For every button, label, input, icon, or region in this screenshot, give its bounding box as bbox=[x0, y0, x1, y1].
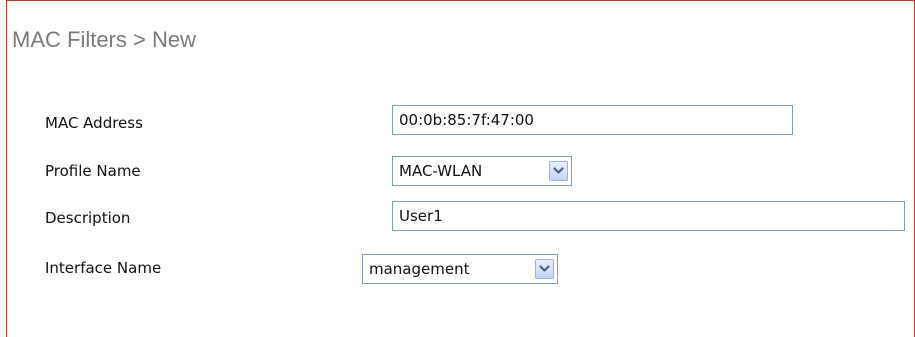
profile-name-dropdown-button[interactable] bbox=[549, 161, 568, 181]
page-title: MAC Filters > New bbox=[12, 27, 196, 52]
profile-name-label: Profile Name bbox=[45, 162, 141, 180]
interface-name-select[interactable]: management bbox=[362, 254, 558, 284]
interface-name-selected: management bbox=[369, 260, 470, 278]
profile-name-selected: MAC-WLAN bbox=[399, 162, 483, 180]
mac-address-input[interactable] bbox=[392, 105, 793, 135]
interface-name-label: Interface Name bbox=[45, 259, 162, 277]
interface-name-dropdown-button[interactable] bbox=[535, 259, 554, 279]
description-input[interactable] bbox=[392, 201, 905, 231]
content-frame: MAC Filters > New MAC Address Profile Na… bbox=[6, 0, 915, 337]
description-label: Description bbox=[45, 209, 131, 227]
profile-name-select[interactable]: MAC-WLAN bbox=[392, 156, 572, 186]
mac-address-label: MAC Address bbox=[45, 114, 143, 132]
chevron-down-icon bbox=[539, 265, 550, 272]
chevron-down-icon bbox=[553, 167, 564, 174]
